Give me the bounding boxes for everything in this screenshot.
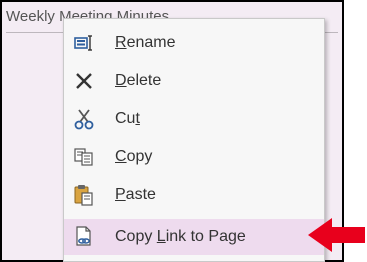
delete-icon [67,63,101,99]
red-arrow-icon [308,218,365,252]
copy-icon [67,139,101,175]
menu-item-label: Copy [115,148,153,165]
link-page-icon [67,219,101,255]
paste-icon [67,177,101,213]
menu-item-label: Cut [115,110,140,127]
menu-item-copy[interactable]: Copy [64,139,324,175]
context-menu: Rename Delete Cut Copy Paste Copy Link t… [63,18,325,262]
menu-item-label: Rename [115,34,176,51]
menu-item-label: Paste [115,186,156,203]
menu-item-label: Delete [115,72,162,89]
scissors-icon [67,101,101,137]
menu-item-paste[interactable]: Paste [64,177,324,213]
menu-item-label: Copy Link to Page [115,228,246,245]
menu-item-copy-link-to-page[interactable]: Copy Link to Page [64,219,324,255]
menu-item-delete[interactable]: Delete [64,63,324,99]
rename-icon [67,25,101,61]
menu-item-rename[interactable]: Rename [64,25,324,61]
menu-item-cut[interactable]: Cut [64,101,324,137]
